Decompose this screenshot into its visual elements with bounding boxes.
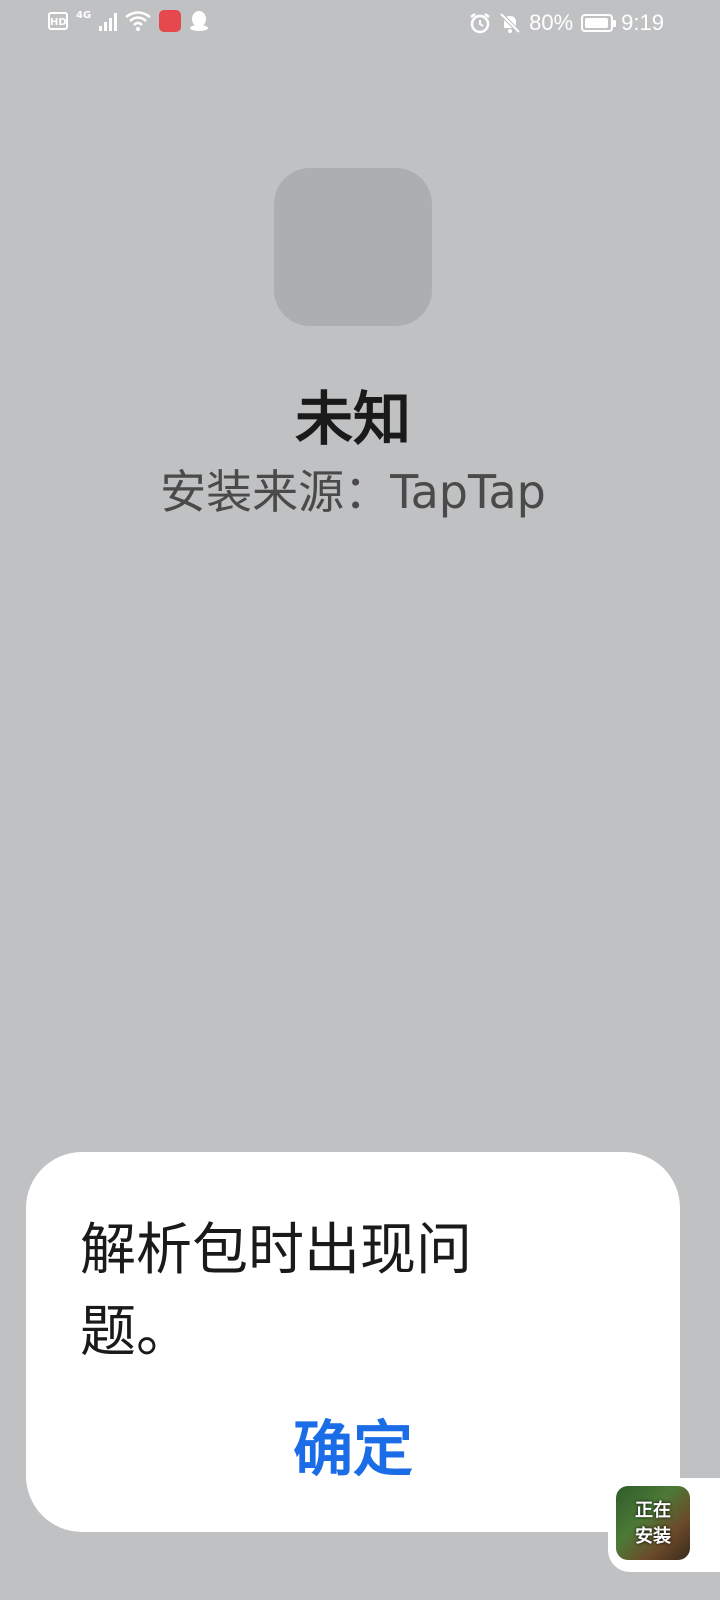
dialog-message: 解析包时出现问题。 [80,1218,472,1365]
mute-icon [499,12,521,34]
installing-label-line2: 安装 [635,1526,671,1547]
install-source: 安装来源：TapTap [160,465,546,519]
status-bar: HD 4G 80% 9:19 [0,0,720,46]
installing-label: 正在 安装 [616,1498,690,1550]
confirm-button[interactable]: 确定 [26,1410,680,1490]
app-name: 未知 [294,385,411,453]
hd-icon: HD [48,12,68,30]
alarm-icon [470,13,490,34]
status-bar-right: 80% 9:19 [469,10,664,36]
huawei-store-icon [159,10,182,32]
app-icon-placeholder [274,168,432,326]
installing-badge[interactable]: 正在 安装 [608,1478,720,1572]
signal-icon [99,11,118,31]
status-bar-left: HD 4G [48,10,209,32]
qq-icon [190,11,209,31]
error-dialog: 解析包时出现问题。 确定 [26,1152,680,1532]
installing-label-line1: 正在 [635,1500,671,1521]
4g-label: 4G [76,9,92,21]
wifi-icon [125,11,151,31]
battery-percent: 80% [529,10,574,35]
clock: 9:19 [621,10,664,35]
battery-saver-icon [581,14,617,32]
